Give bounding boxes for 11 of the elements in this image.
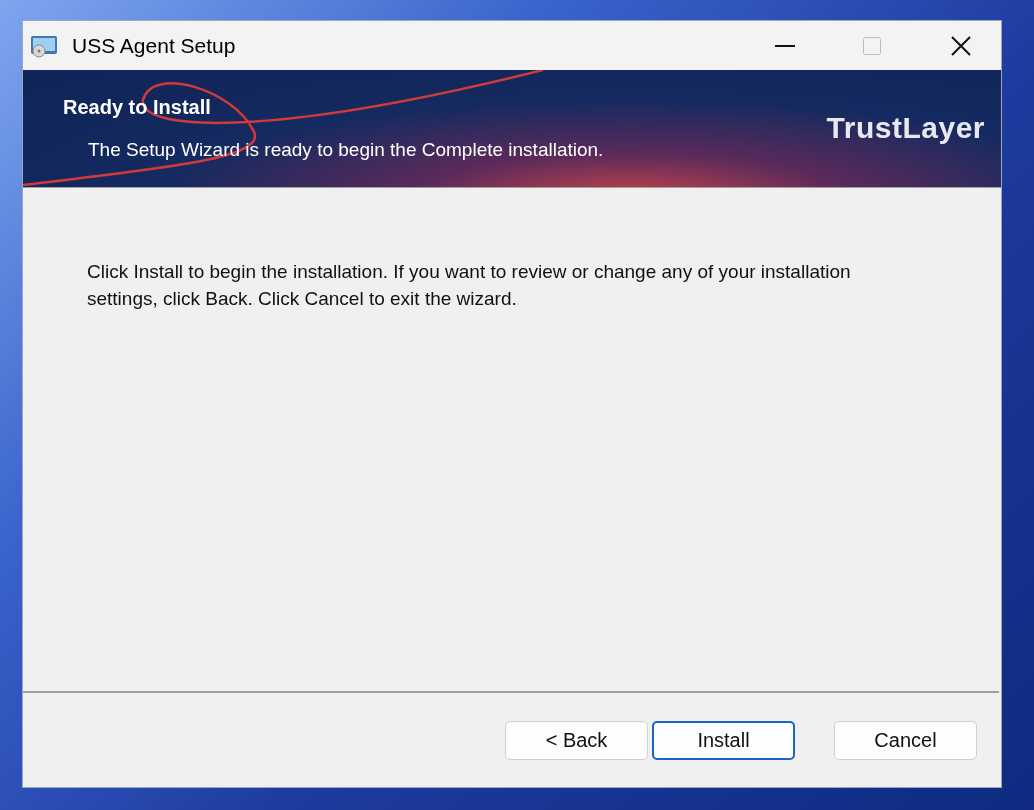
close-icon[interactable]	[951, 35, 971, 56]
dialog-button[interactable]: Cancel	[834, 720, 977, 760]
minimize-icon[interactable]	[775, 44, 795, 47]
banner-subtitle: The Setup Wizard is ready to begin the Complete installation.	[88, 138, 605, 163]
instruction-text: Click Install to begin the installation. If you want to review or change any of your installation settings, click Back. Click Cancel to exit the wizard.	[87, 260, 851, 311]
banner-title: Ready to Install	[63, 95, 212, 121]
dialog-button[interactable]: < Back	[505, 720, 648, 760]
dialog-button[interactable]: Install	[652, 720, 795, 760]
window-title: USS Agent Setup	[72, 32, 236, 59]
brand-logo: TrustLayer	[826, 110, 985, 146]
installer-icon	[30, 33, 58, 58]
